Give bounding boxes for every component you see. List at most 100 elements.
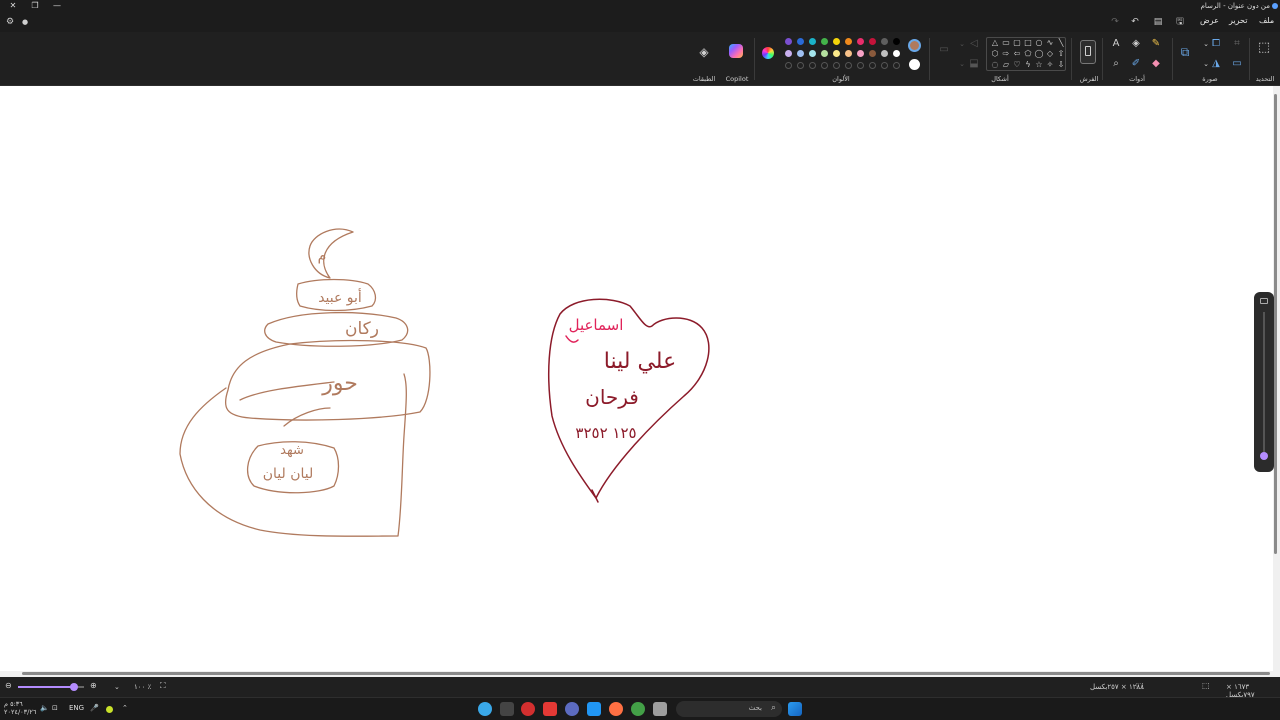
pencil-tool-icon[interactable]: ✎ (1149, 38, 1163, 50)
language-indicator[interactable]: ENG (69, 704, 84, 712)
shape-fill-icon[interactable]: ⬓ (967, 58, 981, 70)
custom-color-slot[interactable] (785, 62, 792, 69)
fit-to-window-icon[interactable]: ⛶ (160, 681, 166, 691)
taskbar-app-icon-4[interactable] (565, 702, 579, 716)
redo-icon[interactable]: ↷ (1108, 15, 1122, 29)
custom-color-slot[interactable] (809, 62, 816, 69)
palette-color-swatch[interactable] (833, 38, 840, 45)
fill-dropdown-icon[interactable]: ⌄ (955, 58, 969, 70)
palette-color-swatch[interactable] (785, 38, 792, 45)
taskbar-app-icon-1[interactable] (500, 702, 514, 716)
fill-tool-icon[interactable]: ◈ (1129, 38, 1143, 50)
palette-color-swatch[interactable] (797, 38, 804, 45)
vertical-scrollbar[interactable] (1273, 86, 1280, 671)
cake-text-small-2: ليان ليان (263, 466, 314, 482)
palette-color-swatch[interactable] (893, 50, 900, 57)
palette-color-swatch[interactable] (881, 50, 888, 57)
layers-icon[interactable]: ◈ (697, 46, 711, 58)
minimize-button[interactable]: — (46, 0, 68, 12)
taskbar-app-icon-3[interactable] (543, 702, 557, 716)
palette-color-swatch[interactable] (809, 38, 816, 45)
network-icon[interactable]: ⊡ (52, 704, 58, 712)
custom-color-slot[interactable] (869, 62, 876, 69)
zoom-out-icon[interactable]: ⊖ (5, 681, 12, 690)
custom-color-slot[interactable] (797, 62, 804, 69)
text-tool-icon[interactable]: A (1109, 38, 1123, 50)
primary-color-swatch[interactable] (908, 39, 921, 52)
color-picker-icon[interactable]: ✐ (1129, 58, 1143, 70)
brush-button[interactable] (1080, 40, 1096, 64)
outline-dropdown-icon[interactable]: ⌄ (955, 38, 969, 50)
zoom-in-icon[interactable]: ⊕ (90, 681, 97, 690)
settings-gear-icon[interactable]: ⚙ (3, 15, 17, 29)
search-icon: ⌕ (770, 703, 776, 713)
taskbar-app-icon-5[interactable] (587, 702, 601, 716)
palette-color-swatch[interactable] (833, 50, 840, 57)
crop-icon[interactable]: ⧠ (1209, 38, 1223, 50)
palette-color-swatch[interactable] (857, 38, 864, 45)
shape-style-icon[interactable]: ▭ (937, 44, 951, 56)
horizontal-scroll-thumb[interactable] (22, 672, 1270, 675)
resize-icon[interactable]: ⌗ (1230, 38, 1244, 50)
save-icon[interactable]: 🖫 (1173, 15, 1187, 29)
palette-color-swatch[interactable] (821, 50, 828, 57)
palette-color-swatch[interactable] (845, 38, 852, 45)
pin-icon[interactable] (1260, 298, 1268, 304)
ribbon-separator (1249, 38, 1250, 80)
account-icon[interactable]: ● (18, 15, 32, 29)
brush-size-track[interactable] (1263, 312, 1265, 452)
zoom-dropdown-icon[interactable]: ⌄ (114, 683, 120, 691)
palette-color-swatch[interactable] (869, 38, 876, 45)
custom-color-slot[interactable] (845, 62, 852, 69)
outline-icon[interactable]: ◁ (967, 38, 981, 50)
selection-icon[interactable]: ⬚ (1257, 41, 1271, 54)
undo-icon[interactable]: ↶ (1128, 15, 1142, 29)
taskbar-app-icon-7[interactable] (653, 702, 667, 716)
taskbar-clock[interactable]: ٥:٣٦ م ٢٠٢٤/٠٣/٢٦ (4, 700, 36, 716)
custom-color-slot[interactable] (857, 62, 864, 69)
edit-colors-icon[interactable] (762, 47, 774, 59)
image-select-icon[interactable]: ⧉ (1178, 46, 1192, 58)
chrome-browser-icon[interactable] (631, 702, 645, 716)
volume-icon[interactable]: 🔈 (40, 704, 49, 712)
palette-color-swatch[interactable] (809, 50, 816, 57)
status-tray-icon[interactable] (106, 706, 113, 713)
restore-button[interactable]: ❐ (24, 0, 46, 12)
custom-color-slot[interactable] (833, 62, 840, 69)
magnifier-tool-icon[interactable]: ⌕ (1109, 58, 1123, 70)
taskbar-search-box[interactable]: بحث ⌕ (676, 701, 782, 717)
palette-color-swatch[interactable] (869, 50, 876, 57)
taskbar-app-icon-6[interactable] (609, 702, 623, 716)
palette-color-swatch[interactable] (797, 50, 804, 57)
palette-color-swatch[interactable] (845, 50, 852, 57)
menu-view[interactable]: عرض (1200, 16, 1219, 25)
menu-edit[interactable]: تحرير (1229, 16, 1247, 25)
zoom-slider[interactable] (18, 683, 84, 691)
palette-color-swatch[interactable] (821, 38, 828, 45)
palette-color-swatch[interactable] (893, 38, 900, 45)
menu-file[interactable]: ملف (1259, 16, 1274, 25)
tray-expand-icon[interactable]: ⌃ (122, 704, 128, 712)
palette-color-swatch[interactable] (881, 38, 888, 45)
custom-color-slot[interactable] (893, 62, 900, 69)
drawing-canvas[interactable]: م أبو عبيد ركان حور شهد ليان ليان اسماعي… (0, 86, 1273, 671)
custom-color-slot[interactable] (881, 62, 888, 69)
edge-browser-icon[interactable] (478, 702, 492, 716)
copilot-icon[interactable] (729, 44, 743, 58)
secondary-color-swatch[interactable] (909, 59, 920, 70)
custom-color-slot[interactable] (821, 62, 828, 69)
close-button[interactable]: ✕ (2, 0, 24, 12)
rotate-icon[interactable]: ◮ (1209, 58, 1223, 70)
eraser-tool-icon[interactable]: ◆ (1149, 58, 1163, 70)
zoom-slider-knob[interactable] (70, 683, 78, 691)
start-button-icon[interactable] (788, 702, 802, 716)
open-folder-icon[interactable]: ▤ (1151, 15, 1165, 29)
windows-taskbar: ٥:٣٦ م ٢٠٢٤/٠٣/٢٦ 🔈 ⊡ ENG 🎤 ⌃ بحث ⌕ (0, 697, 1280, 720)
palette-color-swatch[interactable] (857, 50, 864, 57)
taskbar-app-icon-2[interactable] (521, 702, 535, 716)
palette-color-swatch[interactable] (785, 50, 792, 57)
image-extra-icon[interactable]: ▭ (1230, 58, 1244, 70)
vertical-scroll-thumb[interactable] (1274, 94, 1277, 554)
brush-size-knob[interactable] (1260, 452, 1268, 460)
mic-icon[interactable]: 🎤 (90, 704, 99, 712)
